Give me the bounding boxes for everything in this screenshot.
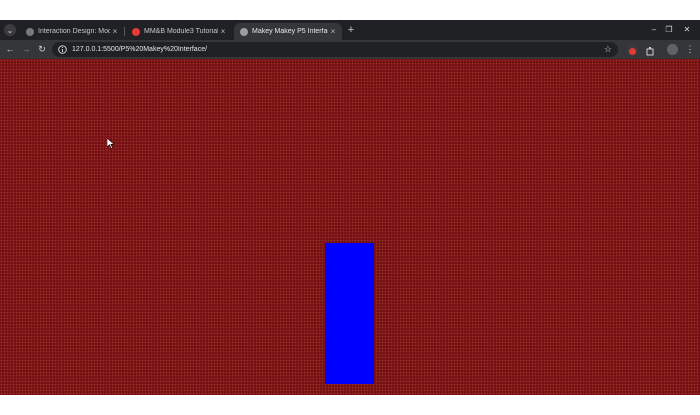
- tab-mmb-module3[interactable]: MM&B Module3 Tutorial1 - Yo ×: [126, 23, 232, 40]
- profile-avatar-icon[interactable]: [667, 44, 678, 55]
- browser-toolbar: ← → ↻ 127.0.0.1:5500/P5%20Makey%20Interf…: [0, 40, 700, 59]
- reload-button[interactable]: ↻: [36, 43, 48, 56]
- close-icon[interactable]: ×: [218, 27, 228, 36]
- p5-canvas[interactable]: [0, 59, 700, 395]
- new-tab-button[interactable]: +: [345, 24, 357, 36]
- back-button[interactable]: ←: [4, 43, 16, 56]
- url-text[interactable]: 127.0.0.1:5500/P5%20Makey%20Interface/: [72, 42, 207, 57]
- close-icon[interactable]: ×: [110, 27, 120, 36]
- tab-divider: [124, 27, 125, 36]
- close-window-button[interactable]: ✕: [678, 23, 696, 37]
- blue-paddle: [325, 243, 374, 384]
- globe-icon: [26, 27, 34, 36]
- tab-makey-makey[interactable]: Makey Makey P5 Interface ×: [234, 23, 342, 40]
- bookmark-star-icon[interactable]: ☆: [604, 43, 612, 56]
- tab-search-button[interactable]: ⌄: [4, 24, 16, 36]
- tab-strip: ⌄ Interaction Design: Modelling × MM&B M…: [0, 20, 700, 40]
- mouse-cursor-icon: [107, 138, 115, 149]
- address-bar[interactable]: 127.0.0.1:5500/P5%20Makey%20Interface/ ☆: [52, 42, 618, 57]
- extensions-puzzle-icon[interactable]: [645, 44, 656, 56]
- menu-icon[interactable]: ⋮: [684, 43, 696, 56]
- restore-button[interactable]: ❐: [660, 23, 678, 37]
- tab-label: MM&B Module3 Tutorial1 - Yo: [144, 28, 218, 35]
- forward-button[interactable]: →: [20, 43, 32, 56]
- browser-window: ⌄ Interaction Design: Modelling × MM&B M…: [0, 20, 700, 395]
- globe-icon: [240, 27, 248, 36]
- tab-label: Interaction Design: Modelling: [38, 28, 110, 35]
- tab-label: Makey Makey P5 Interface: [252, 28, 328, 35]
- chevron-down-icon: ⌄: [6, 25, 14, 35]
- tab-interaction-design[interactable]: Interaction Design: Modelling ×: [20, 23, 124, 40]
- youtube-icon: [132, 27, 140, 36]
- close-icon[interactable]: ×: [328, 27, 338, 36]
- extension-icon[interactable]: [627, 44, 638, 55]
- info-icon[interactable]: [58, 45, 67, 54]
